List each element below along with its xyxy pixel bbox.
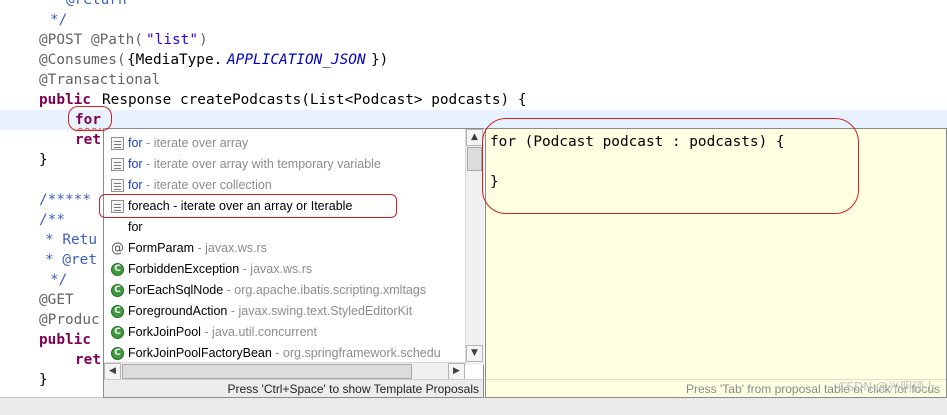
- code-token: @return: [66, 0, 127, 8]
- proposal-item[interactable]: @ FormParam - javax.ws.rs: [108, 238, 464, 259]
- proposal-description: - javax.ws.rs: [193, 241, 267, 255]
- highlight-preview: [482, 118, 859, 214]
- template-icon: [111, 137, 124, 150]
- proposal-label: FormParam - javax.ws.rs: [128, 238, 267, 259]
- code-line[interactable]: @Transactional: [0, 70, 947, 90]
- template-icon: [111, 158, 124, 171]
- proposal-label: ForbiddenException - javax.ws.rs: [128, 259, 312, 280]
- class-icon: C: [111, 326, 124, 339]
- proposal-label: for - iterate over array with temporary …: [128, 154, 381, 175]
- proposal-name: ForEachSqlNode: [128, 283, 224, 297]
- code-token: */: [50, 12, 68, 28]
- proposal-description: - org.springframework.schedu: [271, 346, 441, 360]
- proposal-label: ForegroundAction - javax.swing.text.Styl…: [128, 301, 412, 322]
- proposal-item[interactable]: C ForkJoinPoolFactoryBean - org.springfra…: [108, 343, 464, 364]
- proposal-item[interactable]: C ForbiddenException - javax.ws.rs: [108, 259, 464, 280]
- proposal-description: - iterate over array: [142, 136, 249, 150]
- proposal-name: ForkJoinPool: [128, 325, 201, 339]
- scroll-up-button[interactable]: ▲: [466, 129, 483, 146]
- code-line[interactable]: */: [0, 10, 947, 30]
- content-assist-popup[interactable]: for - iterate over array for - iterate ov…: [99, 128, 484, 398]
- assist-status-text: Press 'Ctrl+Space' to show Template Prop…: [104, 379, 483, 397]
- code-token: "list": [146, 32, 198, 48]
- code-line[interactable]: @return: [0, 0, 947, 10]
- proposal-item[interactable]: for - iterate over array with temporary …: [108, 154, 464, 175]
- proposal-item[interactable]: for: [108, 217, 464, 238]
- code-token: {MediaType.: [127, 52, 223, 68]
- code-token: }: [39, 152, 48, 168]
- proposal-description: - java.util.concurrent: [200, 325, 317, 339]
- proposal-name: ForbiddenException: [128, 262, 240, 276]
- proposal-item[interactable]: C ForegroundAction - javax.swing.text.Sty…: [108, 301, 464, 322]
- proposal-description: - iterate over array with temporary vari…: [142, 157, 381, 171]
- class-icon: C: [111, 305, 124, 318]
- proposal-name: for: [128, 157, 143, 171]
- proposal-label: ForkJoinPoolFactoryBean - org.springfram…: [128, 343, 441, 364]
- proposal-name: ForegroundAction: [128, 304, 228, 318]
- proposal-name: for: [128, 220, 143, 234]
- horizontal-scrollbar[interactable]: ◀ ▶: [104, 362, 465, 380]
- code-token: APPLICATION_JSON: [227, 52, 366, 68]
- proposal-label: ForkJoinPool - java.util.concurrent: [128, 322, 317, 343]
- editor-bottom-bar: [0, 397, 947, 415]
- scroll-thumb[interactable]: [467, 147, 482, 171]
- code-token: }): [371, 52, 389, 68]
- code-token: * Retu: [45, 232, 97, 248]
- proposal-label: for - iterate over array: [128, 133, 248, 154]
- code-token: public: [39, 332, 91, 348]
- proposal-name: ForkJoinPoolFactoryBean: [128, 346, 272, 360]
- code-token: @Transactional: [39, 72, 161, 88]
- template-icon: [111, 179, 124, 192]
- code-token: Response createPodcasts(List<Podcast> po…: [102, 92, 527, 108]
- proposal-description: - iterate over collection: [142, 178, 272, 192]
- code-token: /**: [39, 212, 65, 228]
- proposal-description: - org.apache.ibatis.scripting.xmltags: [223, 283, 427, 297]
- code-token: @GET: [39, 292, 74, 308]
- highlight-foreach: [99, 194, 397, 218]
- proposal-label: ForEachSqlNode - org.apache.ibatis.scrip…: [128, 280, 426, 301]
- proposal-item[interactable]: for - iterate over collection: [108, 175, 464, 196]
- code-token: * @ret: [45, 252, 97, 268]
- hscroll-thumb[interactable]: [122, 364, 412, 379]
- watermark: CSDN @光明顶上: [837, 380, 936, 394]
- class-icon: C: [111, 347, 124, 360]
- code-token: @Consumes(: [39, 52, 126, 68]
- code-line[interactable]: @Consumes({MediaType. APPLICATION_JSON}): [0, 50, 947, 70]
- proposal-item[interactable]: C ForkJoinPool - java.util.concurrent: [108, 322, 464, 343]
- proposal-label: for - iterate over collection: [128, 175, 272, 196]
- scroll-down-button[interactable]: ▼: [466, 345, 483, 362]
- code-token: }: [39, 372, 48, 388]
- highlight-for-keyword: [68, 106, 112, 131]
- proposal-description: - javax.ws.rs: [239, 262, 313, 276]
- code-token: ): [199, 32, 208, 48]
- proposal-name: for: [128, 178, 143, 192]
- code-token: ret: [75, 352, 101, 368]
- proposal-description: - javax.swing.text.StyledEditorKit: [227, 304, 413, 318]
- code-token: @POST @Path(: [39, 32, 143, 48]
- proposal-name: FormParam: [128, 241, 194, 255]
- proposal-item[interactable]: for - iterate over array: [108, 133, 464, 154]
- code-token: */: [50, 272, 68, 288]
- scroll-right-button[interactable]: ▶: [448, 363, 465, 380]
- scroll-left-button[interactable]: ◀: [104, 363, 121, 380]
- class-icon: C: [111, 263, 124, 276]
- code-line[interactable]: public Response createPodcasts(List<Podca…: [0, 90, 947, 110]
- proposal-label: for: [128, 217, 143, 238]
- annotation-icon: @: [111, 241, 124, 256]
- proposal-name: for: [128, 136, 143, 150]
- code-token: /*****: [39, 192, 91, 208]
- proposal-item[interactable]: C ForEachSqlNode - org.apache.ibatis.scri…: [108, 280, 464, 301]
- code-token: ret: [75, 132, 101, 148]
- code-line[interactable]: @POST @Path("list"): [0, 30, 947, 50]
- class-icon: C: [111, 284, 124, 297]
- code-token: @Produc: [39, 312, 100, 328]
